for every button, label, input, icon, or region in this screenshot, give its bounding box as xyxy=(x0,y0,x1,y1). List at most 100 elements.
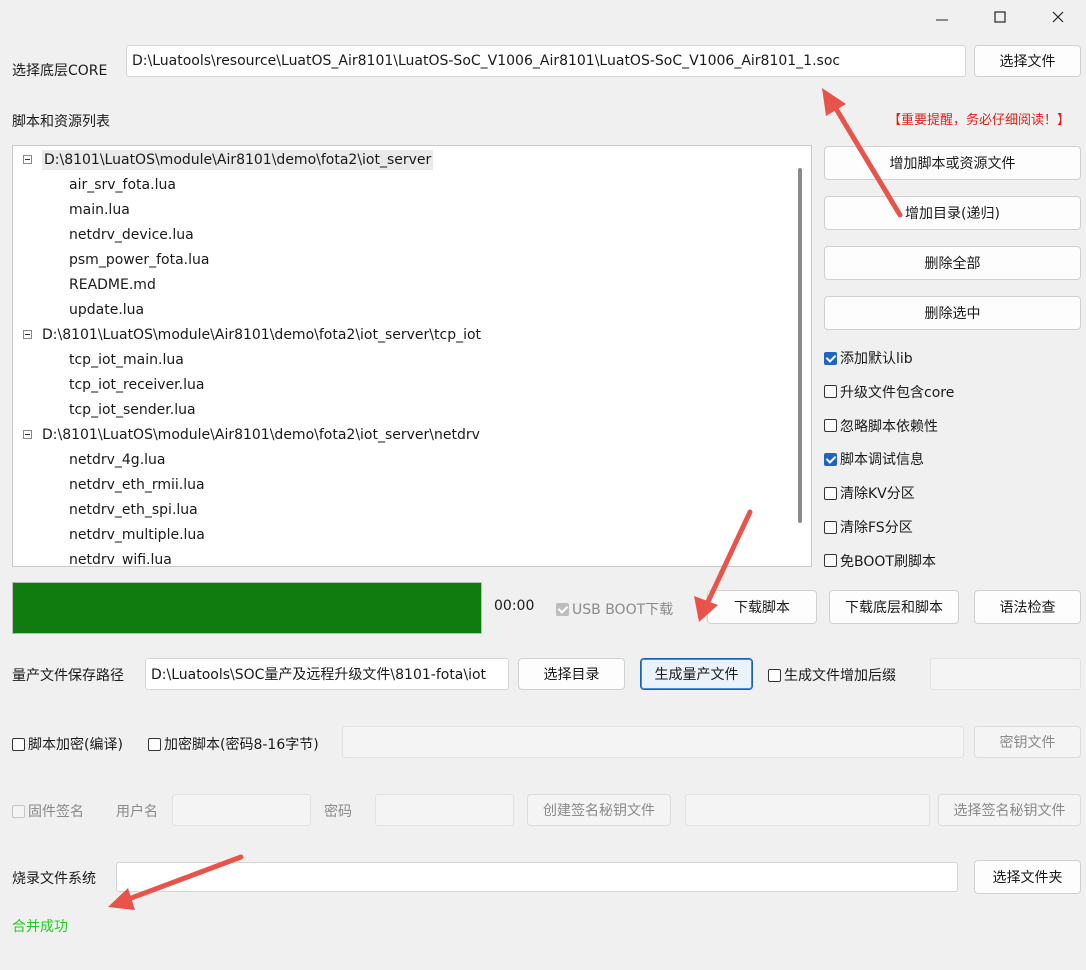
tree-item-label: netdrv_wifi.lua xyxy=(69,551,172,567)
warning-link[interactable]: 【重要提醒，务必仔细阅读！】 xyxy=(888,109,1070,128)
delete-selected-button[interactable]: 删除选中 xyxy=(824,296,1081,330)
close-button[interactable] xyxy=(1038,2,1078,32)
tree-file-item[interactable]: netdrv_device.lua xyxy=(69,222,194,247)
password-encrypt-label: 加密脚本(密码8-16字节) xyxy=(164,737,319,753)
tree-folder-node[interactable]: D:\8101\LuatOS\module\Air8101\demo\fota2… xyxy=(23,322,481,347)
checkbox-icon xyxy=(824,419,837,433)
select-sign-key-button[interactable]: 选择签名秘钥文件 xyxy=(938,794,1081,826)
tree-item-label: psm_power_fota.lua xyxy=(69,251,210,268)
tree-item-label: update.lua xyxy=(69,301,145,318)
tree-file-item[interactable]: netdrv_eth_spi.lua xyxy=(69,497,198,522)
core-path-field[interactable]: D:\Luatools\resource\LuatOS_Air8101\Luat… xyxy=(126,45,966,77)
checkbox-label: 忽略脚本依赖性 xyxy=(840,418,938,435)
tree-file-item[interactable]: netdrv_multiple.lua xyxy=(69,522,205,547)
sign-key-path-field[interactable] xyxy=(685,794,930,826)
collapse-icon[interactable] xyxy=(23,330,32,339)
download-script-button[interactable]: 下载脚本 xyxy=(707,590,817,624)
sign-password-field[interactable] xyxy=(375,794,514,826)
encrypt-password-field[interactable] xyxy=(342,726,964,758)
ignore-dependency-checkbox[interactable]: 忽略脚本依赖性 xyxy=(824,416,938,436)
add-file-button[interactable]: 增加脚本或资源文件 xyxy=(824,146,1081,180)
status-text: 合并成功 xyxy=(12,919,68,935)
add-directory-button[interactable]: 增加目录(递归) xyxy=(824,196,1081,230)
tree-item-label: netdrv_eth_spi.lua xyxy=(69,501,198,518)
tree-file-item[interactable]: README.md xyxy=(69,272,156,297)
tree-file-item[interactable]: tcp_iot_receiver.lua xyxy=(69,372,204,397)
compile-encrypt-checkbox[interactable]: 脚本加密(编译) xyxy=(12,734,123,754)
tree-file-item[interactable]: netdrv_4g.lua xyxy=(69,447,166,472)
elapsed-time: 00:00 xyxy=(494,598,535,614)
tree-file-item[interactable]: netdrv_eth_rmii.lua xyxy=(69,472,205,497)
tree-file-item[interactable]: main.lua xyxy=(69,197,130,222)
sign-user-label: 用户名 xyxy=(116,804,158,820)
key-file-button[interactable]: 密钥文件 xyxy=(974,726,1081,758)
delete-all-button[interactable]: 删除全部 xyxy=(824,246,1081,280)
mass-path-label: 量产文件保存路径 xyxy=(12,668,124,684)
no-boot-flash-checkbox[interactable]: 免BOOT刷脚本 xyxy=(824,551,936,571)
progress-fill xyxy=(13,583,481,633)
create-sign-key-button[interactable]: 创建签名秘钥文件 xyxy=(527,794,671,826)
close-icon xyxy=(1052,11,1064,23)
fs-label: 烧录文件系统 xyxy=(12,871,96,887)
checkbox-label: 添加默认lib xyxy=(840,351,913,367)
suffix-label: 生成文件增加后缀 xyxy=(784,668,896,684)
minimize-button[interactable] xyxy=(922,2,962,32)
collapse-icon[interactable] xyxy=(23,155,32,164)
password-encrypt-checkbox[interactable]: 加密脚本(密码8-16字节) xyxy=(148,734,319,754)
debug-info-checkbox[interactable]: 脚本调试信息 xyxy=(824,449,924,469)
sign-user-field[interactable] xyxy=(172,794,311,826)
core-select-button[interactable]: 选择文件 xyxy=(974,45,1081,77)
generate-mass-file-button[interactable]: 生成量产文件 xyxy=(640,658,753,690)
tree-file-item[interactable]: tcp_iot_sender.lua xyxy=(69,397,196,422)
checkbox-icon xyxy=(824,554,837,568)
checkbox-icon xyxy=(824,486,837,500)
mass-path-field[interactable]: D:\Luatools\SOC量产及远程升级文件\8101-fota\iot xyxy=(145,658,509,690)
suffix-field[interactable] xyxy=(930,658,1081,690)
scripts-label: 脚本和资源列表 xyxy=(12,114,110,130)
tree-file-item[interactable]: air_srv_fota.lua xyxy=(69,172,176,197)
download-core-script-button[interactable]: 下载底层和脚本 xyxy=(829,590,959,624)
tree-file-item[interactable]: update.lua xyxy=(69,297,144,322)
tree-item-label: D:\8101\LuatOS\module\Air8101\demo\fota2… xyxy=(42,149,434,170)
usb-boot-check-icon xyxy=(556,602,569,616)
minimize-icon xyxy=(936,19,948,21)
syntax-check-button[interactable]: 语法检查 xyxy=(974,590,1081,624)
tree-file-item[interactable]: netdrv_wifi.lua xyxy=(69,547,172,567)
usb-boot-checkbox[interactable]: USB BOOT下载 xyxy=(556,599,673,619)
tree-scrollbar[interactable] xyxy=(798,168,802,523)
include-core-checkbox[interactable]: 升级文件包含core xyxy=(824,382,954,402)
script-tree[interactable]: D:\8101\LuatOS\module\Air8101\demo\fota2… xyxy=(12,145,812,567)
suffix-check-icon xyxy=(768,668,781,682)
tree-file-item[interactable]: psm_power_fota.lua xyxy=(69,247,209,272)
add-default-lib-checkbox[interactable]: 添加默认lib xyxy=(824,348,913,368)
clear-kv-checkbox[interactable]: 清除KV分区 xyxy=(824,483,915,503)
tree-folder-node[interactable]: D:\8101\LuatOS\module\Air8101\demo\fota2… xyxy=(23,422,480,447)
checkbox-icon xyxy=(824,351,837,365)
clear-fs-checkbox[interactable]: 清除FS分区 xyxy=(824,517,913,537)
fs-path-field[interactable] xyxy=(116,862,958,892)
tree-item-label: netdrv_4g.lua xyxy=(69,451,166,468)
checkbox-label: 清除KV分区 xyxy=(840,486,915,503)
collapse-icon[interactable] xyxy=(23,430,32,439)
checkbox-label: 升级文件包含core xyxy=(840,384,955,401)
suffix-checkbox[interactable]: 生成文件增加后缀 xyxy=(768,665,896,685)
maximize-button[interactable] xyxy=(980,2,1020,32)
tree-item-label: air_srv_fota.lua xyxy=(69,176,176,193)
progress-bar xyxy=(12,582,482,634)
tree-item-label: tcp_iot_main.lua xyxy=(69,351,184,368)
checkbox-label: 免BOOT刷脚本 xyxy=(840,553,936,570)
firmware-sign-checkbox[interactable]: 固件签名 xyxy=(12,801,84,821)
tree-folder-node[interactable]: D:\8101\LuatOS\module\Air8101\demo\fota2… xyxy=(23,147,434,172)
firmware-sign-label: 固件签名 xyxy=(28,804,84,820)
tree-file-item[interactable]: tcp_iot_main.lua xyxy=(69,347,184,372)
choose-dir-button[interactable]: 选择目录 xyxy=(518,658,625,690)
checkbox-label: 清除FS分区 xyxy=(840,520,913,536)
tree-item-label: netdrv_eth_rmii.lua xyxy=(69,476,205,493)
tree-item-label: D:\8101\LuatOS\module\Air8101\demo\fota2… xyxy=(42,326,482,343)
checkbox-icon xyxy=(824,452,837,466)
choose-folder-button[interactable]: 选择文件夹 xyxy=(974,860,1081,894)
password-encrypt-check-icon xyxy=(148,737,161,751)
core-label: 选择底层CORE xyxy=(12,63,108,79)
tree-item-label: main.lua xyxy=(69,201,130,218)
usb-boot-label: USB BOOT下载 xyxy=(572,602,674,618)
